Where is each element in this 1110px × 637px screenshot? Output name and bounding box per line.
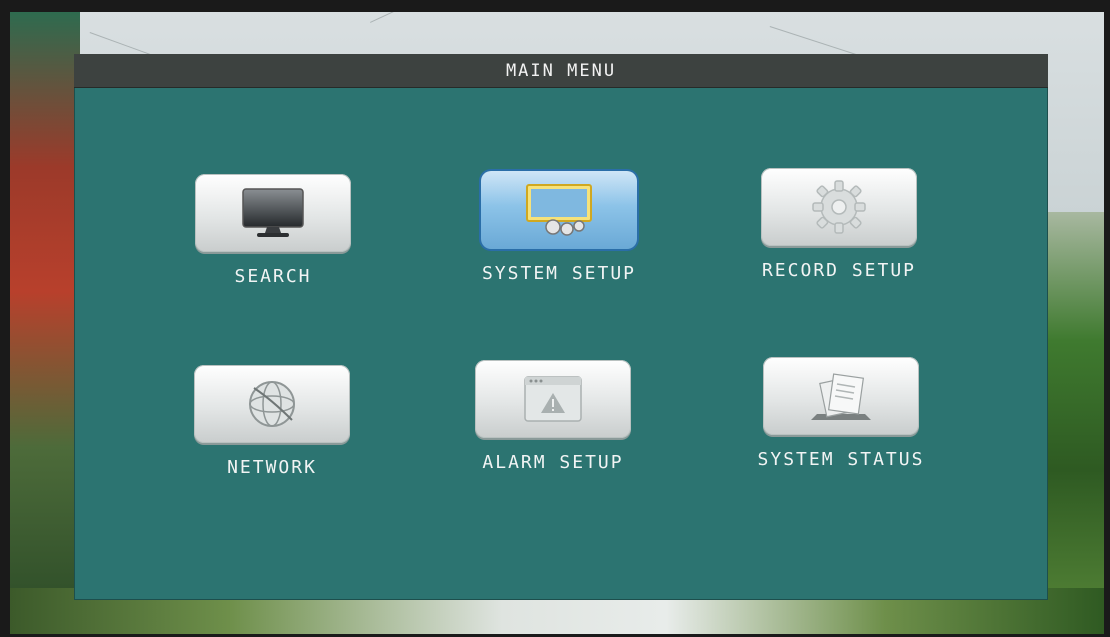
- globe-icon: [249, 381, 295, 427]
- menu-item-system-setup[interactable]: SYSTEM SETUP: [439, 171, 679, 284]
- menu-item-search[interactable]: SEARCH: [153, 174, 393, 287]
- system-status-button[interactable]: [763, 357, 919, 435]
- alarm-setup-button[interactable]: [475, 360, 631, 438]
- menu-item-system-status[interactable]: SYSTEM STATUS: [721, 357, 961, 470]
- system-status-label: SYSTEM STATUS: [757, 449, 925, 470]
- search-label: SEARCH: [234, 266, 312, 287]
- system-setup-button[interactable]: [481, 171, 637, 249]
- menu-item-network[interactable]: NETWORK: [152, 365, 392, 478]
- search-button[interactable]: [195, 174, 351, 252]
- menu-item-record-setup[interactable]: RECORD SETUP: [719, 168, 959, 281]
- menu-item-alarm-setup[interactable]: ALARM SETUP: [433, 360, 673, 473]
- system-setup-label: SYSTEM SETUP: [481, 263, 637, 284]
- system-setup-icon: [526, 184, 592, 236]
- network-label: NETWORK: [227, 457, 317, 478]
- alarm-setup-label: ALARM SETUP: [482, 452, 624, 473]
- record-setup-button[interactable]: [761, 168, 917, 246]
- gear-icon: [812, 180, 866, 234]
- record-setup-label: RECORD SETUP: [761, 260, 917, 281]
- monitor-icon: [242, 188, 304, 237]
- network-button[interactable]: [194, 365, 350, 443]
- main-menu-title: MAIN MENU: [74, 54, 1048, 88]
- alarm-icon: [524, 376, 582, 422]
- camera-background-left: [10, 12, 80, 634]
- background-line: [370, 12, 552, 23]
- documents-icon: [811, 373, 871, 420]
- main-menu-window: MAIN MENU SEARCH SYSTEM SETUP RECORD SET…: [74, 54, 1048, 600]
